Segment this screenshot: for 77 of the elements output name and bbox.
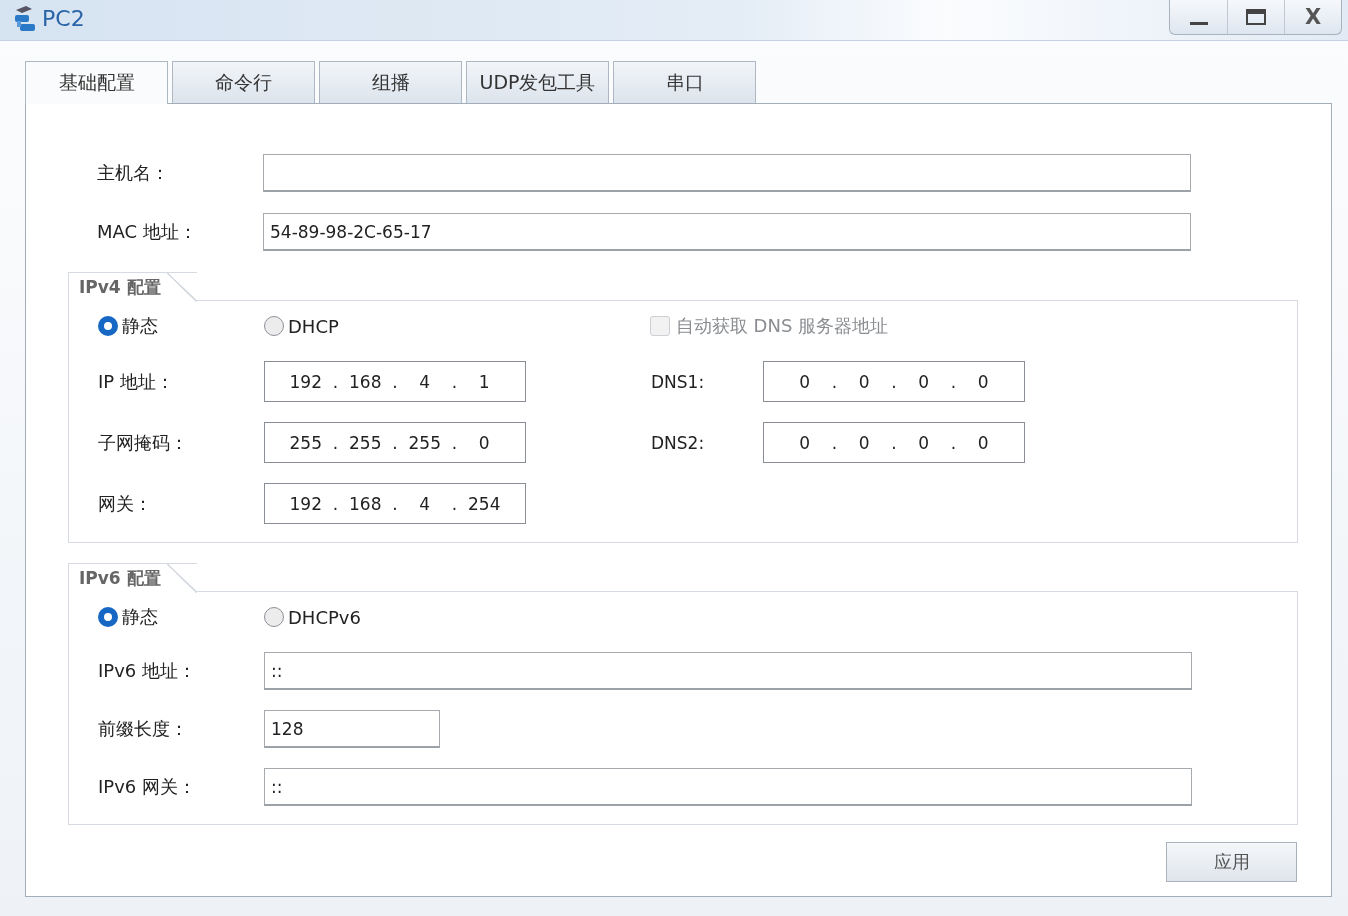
octet-text: 1 [477, 371, 491, 392]
app-icon [12, 4, 38, 34]
dot-separator: . [890, 432, 898, 453]
octet-text: 255 [348, 432, 383, 453]
field-label: MAC 地址： [97, 220, 198, 244]
octet-text: 168 [348, 371, 383, 392]
minimize-icon [1189, 21, 1208, 25]
octet-text: 192 [288, 493, 323, 514]
dot-separator: . [391, 371, 399, 392]
dot-separator: . [890, 371, 898, 392]
octet-text: 254 [467, 493, 502, 514]
octet-text: 168 [348, 493, 383, 514]
octet-text: 4 [418, 371, 432, 392]
radio-button[interactable] [98, 607, 118, 627]
field-label: IPv6 地址： [98, 659, 197, 683]
field-label: 网关： [98, 491, 153, 516]
radio-button[interactable] [264, 316, 284, 336]
group-title: IPv6 配置 [79, 566, 161, 590]
hostname-field[interactable] [263, 154, 1191, 192]
tab[interactable]: 基础配置 [25, 61, 168, 104]
dot-separator: . [391, 493, 399, 514]
tab[interactable]: UDP发包工具 [466, 61, 609, 104]
octet-text: 0 [857, 432, 871, 453]
dot-separator: . [331, 371, 340, 392]
octet-text: 255 [288, 432, 323, 453]
dns-address-field[interactable]: 0 . 0 . 0 . 0 [763, 361, 1025, 402]
dot-separator: . [331, 432, 340, 453]
field-label: IPv6 网关： [98, 775, 197, 799]
input-field[interactable]: 128 [264, 710, 440, 748]
dns-address-field[interactable]: 0 . 0 . 0 . 0 [763, 422, 1025, 463]
ip-address-field[interactable]: 192 . 168 . 4 . 254 [264, 483, 526, 524]
checkbox-label: 自动获取 DNS 服务器地址 [675, 314, 889, 338]
dot-separator: . [450, 371, 459, 392]
apply-button[interactable]: 应用 [1166, 842, 1297, 882]
field-label: DNS2: [651, 432, 706, 453]
mac-address-field[interactable]: 54-89-98-2C-65-17 [263, 213, 1191, 251]
octet-text: 192 [288, 371, 323, 392]
ip-address-field[interactable]: 255 . 255 . 255 . 0 [264, 422, 526, 463]
group-title: IPv4 配置 [79, 275, 161, 299]
radio-label: 静态 [122, 314, 158, 338]
dot-separator: . [391, 432, 399, 453]
dot-separator: . [830, 432, 839, 453]
field-label: 子网掩码： [98, 430, 189, 455]
octet-text: 0 [976, 371, 990, 392]
tab[interactable]: 串口 [613, 61, 756, 104]
field-label: DNS1: [651, 371, 706, 392]
octet-text: 4 [418, 493, 432, 514]
input-field[interactable]: :: [264, 652, 1192, 690]
input-field[interactable]: :: [264, 768, 1192, 806]
octet-text: 0 [917, 371, 931, 392]
dot-separator: . [450, 493, 459, 514]
dot-separator: . [949, 432, 958, 453]
field-label: IP 地址： [98, 369, 175, 394]
octet-text: 0 [798, 371, 812, 392]
radio-button[interactable] [264, 607, 284, 627]
tab[interactable]: 命令行 [172, 61, 315, 104]
radio-label: 静态 [122, 605, 158, 629]
radio-button[interactable] [98, 316, 118, 336]
dot-separator: . [450, 432, 459, 453]
radio-label: DHCP [288, 315, 339, 337]
octet-text: 0 [857, 371, 871, 392]
octet-text: 0 [976, 432, 990, 453]
octet-text: 0 [477, 432, 491, 453]
dot-separator: . [331, 493, 340, 514]
tab[interactable]: 组播 [319, 61, 462, 104]
dot-separator: . [949, 371, 958, 392]
field-label: 主机名： [97, 161, 170, 185]
dot-separator: . [830, 371, 839, 392]
close-button[interactable]: X [1284, 0, 1341, 34]
field-label: 前缀长度： [98, 717, 189, 741]
octet-text: 0 [917, 432, 931, 453]
maximize-icon [1246, 9, 1266, 25]
octet-text: 0 [798, 432, 812, 453]
radio-label: DHCPv6 [288, 606, 361, 628]
ip-address-field[interactable]: 192 . 168 . 4 . 1 [264, 361, 526, 402]
window-title: PC2 [42, 6, 85, 31]
octet-text: 255 [407, 432, 442, 453]
